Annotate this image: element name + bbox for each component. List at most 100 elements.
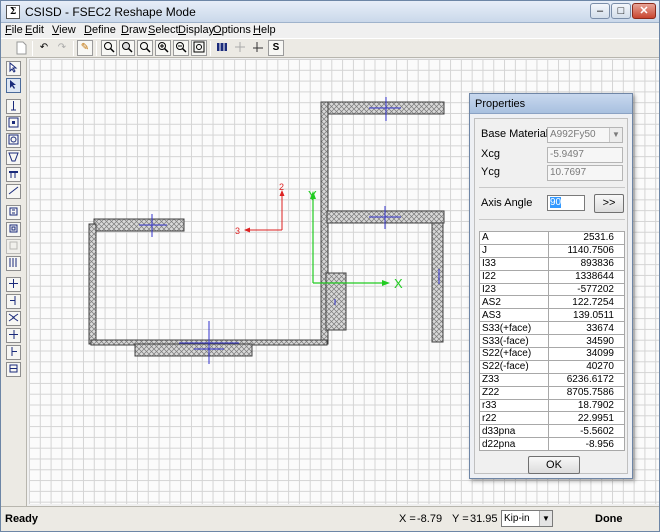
property-value: 2531.6 bbox=[547, 231, 626, 245]
units-select[interactable]: Kip-in ▼ bbox=[501, 510, 553, 527]
snap-intersection-icon[interactable] bbox=[6, 277, 21, 292]
property-name: Z33 bbox=[479, 372, 549, 387]
reshape-pointer-icon[interactable] bbox=[6, 78, 21, 93]
stress-icon[interactable]: S bbox=[268, 40, 284, 56]
property-value: 1140.7506 bbox=[547, 243, 626, 258]
ok-button[interactable]: OK bbox=[528, 456, 580, 474]
new-icon[interactable] bbox=[13, 40, 29, 56]
status-x-label: X = bbox=[399, 513, 416, 525]
property-value: 6236.6172 bbox=[547, 372, 626, 387]
properties-panel: Properties Base Material A992Fy50 ▼ Xcg … bbox=[469, 93, 633, 479]
snap-line-icon[interactable] bbox=[6, 345, 21, 360]
snap-middle-icon[interactable] bbox=[6, 311, 21, 326]
center-block-plate[interactable] bbox=[325, 272, 347, 331]
draw-angle-icon[interactable] bbox=[6, 184, 21, 199]
base-material-label: Base Material bbox=[481, 128, 549, 140]
axis-angle-label: Axis Angle bbox=[481, 197, 533, 209]
axis-icon[interactable] bbox=[250, 40, 266, 56]
property-value: -8.956 bbox=[547, 437, 626, 452]
zoom-restore-icon[interactable] bbox=[119, 40, 135, 56]
menu-define[interactable]: Define bbox=[84, 24, 116, 36]
draw-polygon-icon[interactable] bbox=[6, 150, 21, 165]
property-name: r22 bbox=[479, 411, 549, 426]
property-row: d33pna -5.5602 bbox=[479, 424, 626, 439]
zoom-in-icon[interactable] bbox=[155, 40, 171, 56]
app-window: Σ CSISD - FSEC2 Reshape Mode – □ ✕ File … bbox=[0, 0, 660, 532]
snap-end-icon[interactable] bbox=[6, 294, 21, 309]
property-value: 33674 bbox=[547, 321, 626, 336]
xcg-field[interactable]: -5.9497 bbox=[547, 147, 623, 163]
property-row: I33 893836 bbox=[479, 256, 626, 271]
draw-bar-line-icon[interactable] bbox=[6, 256, 21, 271]
menu-file[interactable]: File bbox=[5, 24, 23, 36]
draw-line-icon[interactable] bbox=[6, 99, 21, 114]
property-value: 34099 bbox=[547, 347, 626, 361]
section-designer-icon[interactable] bbox=[214, 40, 230, 56]
property-row: I23 -577202 bbox=[479, 282, 626, 297]
property-name: S33(+face) bbox=[479, 321, 549, 336]
property-row: Z22 8705.7586 bbox=[479, 385, 626, 400]
section-properties-table: A 2531.6 J 1140.7506 I33 893836 I22 1338644 I23-… bbox=[479, 231, 626, 452]
draw-plate-icon[interactable] bbox=[6, 222, 21, 237]
right-vertical-plate[interactable] bbox=[431, 222, 444, 343]
base-material-select[interactable]: A992Fy50 ▼ bbox=[547, 127, 623, 143]
property-name: I23 bbox=[479, 282, 549, 297]
snap-perpendicular-icon[interactable] bbox=[6, 328, 21, 343]
expand-properties-button[interactable]: >> bbox=[594, 194, 624, 213]
main-toolbar: ↶ ↷ ✎ S bbox=[1, 38, 659, 58]
axis-angle-input[interactable]: 90 bbox=[547, 195, 585, 211]
menu-edit[interactable]: Edit bbox=[25, 24, 44, 36]
draw-circle-icon[interactable] bbox=[6, 133, 21, 148]
title-bar[interactable]: Σ CSISD - FSEC2 Reshape Mode – □ ✕ bbox=[1, 1, 659, 23]
property-row: A 2531.6 bbox=[479, 231, 626, 245]
property-name: A bbox=[479, 231, 549, 245]
chevron-down-icon: ▼ bbox=[539, 511, 552, 526]
property-value: -577202 bbox=[547, 282, 626, 297]
global-y-label: Y bbox=[308, 188, 317, 203]
minimize-button[interactable]: – bbox=[590, 3, 610, 19]
zoom-previous-icon[interactable] bbox=[137, 40, 153, 56]
menu-draw[interactable]: Draw bbox=[121, 24, 147, 36]
undo-icon[interactable]: ↶ bbox=[36, 40, 52, 56]
menu-select[interactable]: Select bbox=[148, 24, 179, 36]
zoom-window-icon[interactable] bbox=[101, 40, 117, 56]
menu-view[interactable]: View bbox=[52, 24, 76, 36]
property-value: 1338644 bbox=[547, 269, 626, 284]
property-value: 122.7254 bbox=[547, 295, 626, 310]
zoom-out-icon[interactable] bbox=[173, 40, 189, 56]
menu-options[interactable]: Options bbox=[213, 24, 251, 36]
menu-help[interactable]: Help bbox=[253, 24, 276, 36]
menu-display[interactable]: Display bbox=[178, 24, 214, 36]
zoom-fit-icon[interactable] bbox=[191, 40, 207, 56]
snap-grid-icon[interactable] bbox=[6, 362, 21, 377]
property-value: 893836 bbox=[547, 256, 626, 271]
property-row: J 1140.7506 bbox=[479, 243, 626, 258]
left-tool-strip bbox=[1, 58, 27, 506]
pencil-icon[interactable]: ✎ bbox=[77, 40, 93, 56]
status-bar: Ready X = -8.79 Y = 31.95 Kip-in ▼ Done bbox=[1, 506, 659, 531]
property-row: S22(-face) 40270 bbox=[479, 359, 626, 374]
close-button[interactable]: ✕ bbox=[632, 3, 656, 19]
menu-bar: File Edit View Define Draw Select Displa… bbox=[1, 23, 659, 38]
property-name: AS2 bbox=[479, 295, 549, 310]
bottom-plate[interactable] bbox=[134, 343, 253, 357]
redo-icon[interactable]: ↷ bbox=[54, 40, 70, 56]
property-name: J bbox=[479, 243, 549, 258]
property-name: d33pna bbox=[479, 424, 549, 439]
draw-tee-icon[interactable] bbox=[6, 167, 21, 182]
property-name: I22 bbox=[479, 269, 549, 284]
property-row: r22 22.9951 bbox=[479, 411, 626, 426]
property-name: I33 bbox=[479, 256, 549, 271]
draw-point-icon[interactable] bbox=[6, 116, 21, 131]
properties-title[interactable]: Properties bbox=[470, 94, 632, 114]
property-name: AS3 bbox=[479, 308, 549, 323]
property-name: d22pna bbox=[479, 437, 549, 452]
draw-channel-icon[interactable] bbox=[6, 205, 21, 220]
ycg-field[interactable]: 10.7697 bbox=[547, 165, 623, 181]
property-name: S33(-face) bbox=[479, 334, 549, 349]
pointer-icon[interactable] bbox=[6, 61, 21, 76]
draw-rebar-icon[interactable] bbox=[6, 239, 21, 254]
rebar-icon[interactable] bbox=[232, 40, 248, 56]
left-vertical-plate[interactable] bbox=[88, 223, 97, 345]
maximize-button[interactable]: □ bbox=[611, 3, 631, 19]
